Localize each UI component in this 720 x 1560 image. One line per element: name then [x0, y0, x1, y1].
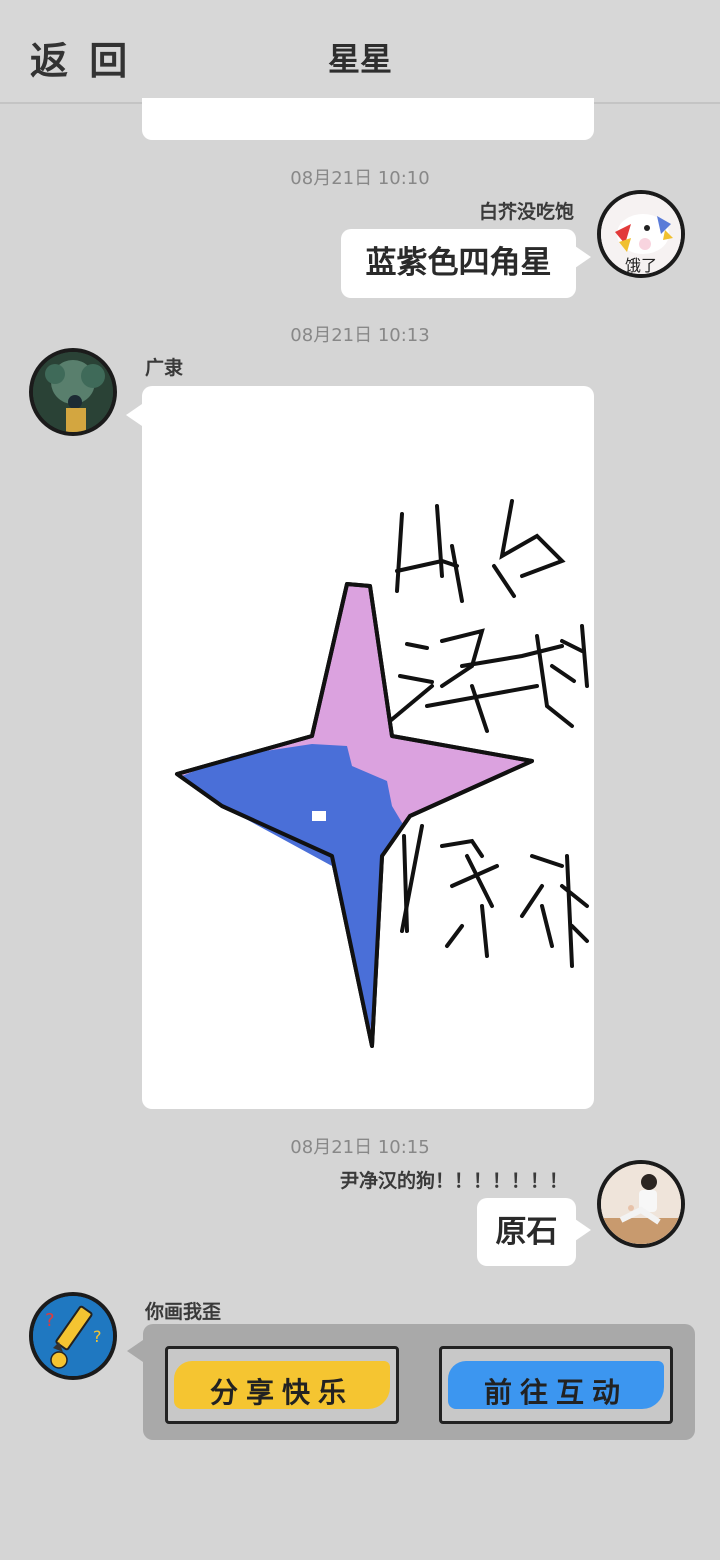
svg-text:?: ? — [45, 1310, 55, 1331]
bubble-tail — [575, 246, 591, 268]
message-timestamp: 08月21日 10:10 — [290, 168, 430, 189]
sender-name: 广隶 — [145, 357, 184, 379]
button-label: 前往互动 — [483, 1376, 628, 1409]
bubble-tail — [126, 404, 142, 426]
message-bubble[interactable]: 原石 — [477, 1198, 576, 1266]
avatar[interactable]: 饿了 — [597, 190, 685, 278]
page-title: 星星 — [327, 40, 392, 78]
share-joy-button[interactable]: 分享快乐 — [165, 1346, 399, 1424]
message-timestamp: 08月21日 10:15 — [290, 1137, 430, 1158]
top-bar: 返 回 星星 — [0, 0, 720, 104]
sender-name: 尹净汉的狗！！！！！！！ — [339, 1170, 568, 1192]
drawing-message-bubble[interactable] — [142, 386, 594, 1109]
previous-message-bubble — [142, 98, 594, 140]
message-timestamp: 08月21日 10:13 — [290, 325, 430, 346]
avatar-caption: 饿了 — [625, 256, 658, 275]
pencil-icon: ? ? — [33, 1296, 113, 1376]
interaction-card: 分享快乐 前往互动 — [143, 1324, 695, 1440]
avatar-forest-icon — [33, 352, 113, 432]
go-interact-button[interactable]: 前往互动 — [439, 1346, 673, 1424]
bubble-tail — [575, 1219, 591, 1241]
bubble-tail — [127, 1340, 143, 1362]
drawing-image — [175, 499, 589, 1048]
avatar[interactable] — [29, 348, 117, 436]
avatar-photo-icon — [601, 1164, 681, 1244]
sender-name: 你画我歪 — [145, 1301, 222, 1323]
svg-text:?: ? — [93, 1327, 102, 1346]
avatar[interactable]: ? ? — [29, 1292, 117, 1380]
sender-name: 白芥没吃饱 — [478, 201, 574, 223]
avatar[interactable] — [597, 1160, 685, 1248]
message-bubble[interactable]: 蓝紫色四角星 — [341, 229, 576, 298]
button-label: 分享快乐 — [209, 1376, 354, 1409]
